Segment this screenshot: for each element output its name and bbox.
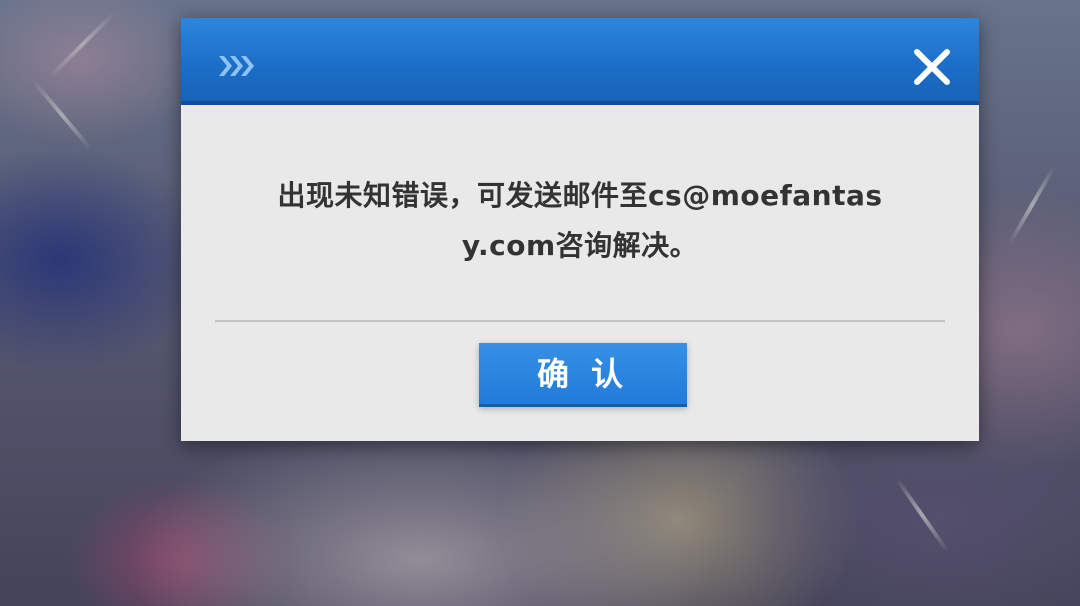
chevrons-right-icon: [219, 56, 254, 76]
dialog-header: [181, 18, 979, 105]
game-screen: 出现未知错误，可发送邮件至cs@moefantas y.com咨询解决。 确认: [0, 0, 1080, 606]
error-dialog: 出现未知错误，可发送邮件至cs@moefantas y.com咨询解决。 确认: [181, 18, 979, 441]
confirm-button[interactable]: 确认: [479, 343, 687, 407]
close-icon[interactable]: [909, 44, 955, 90]
error-message-line: 出现未知错误，可发送邮件至cs@moefantas: [277, 179, 883, 212]
error-message: 出现未知错误，可发送邮件至cs@moefantas y.com咨询解决。: [221, 171, 939, 271]
error-message-line: y.com咨询解决。: [461, 229, 699, 262]
divider: [215, 320, 945, 322]
